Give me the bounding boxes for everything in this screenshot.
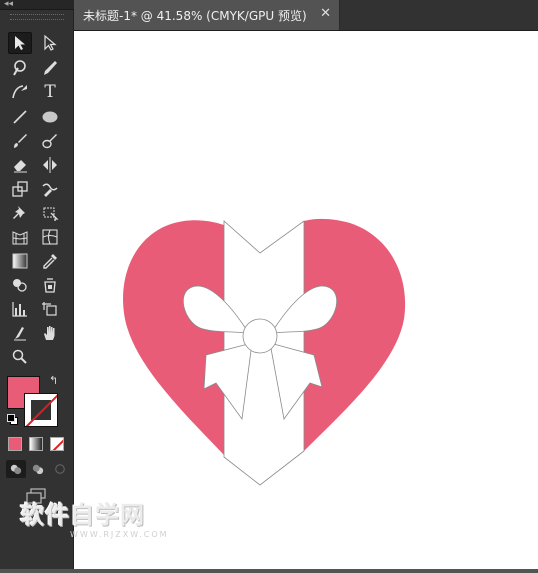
ellipse-tool[interactable] <box>38 106 62 128</box>
close-icon[interactable]: ✕ <box>320 7 331 21</box>
pen-tool[interactable] <box>38 57 62 79</box>
reflect-icon <box>43 157 57 173</box>
artboard-tool[interactable] <box>38 298 62 320</box>
mesh-icon <box>42 229 58 245</box>
warp-tool[interactable] <box>38 178 62 200</box>
eraser-tool[interactable] <box>8 154 32 176</box>
scale-tool[interactable] <box>8 178 32 200</box>
draw-normal-icon <box>10 464 22 475</box>
scale-icon <box>12 181 28 197</box>
direct-selection-tool[interactable] <box>38 32 62 54</box>
pin-icon <box>13 206 25 219</box>
heart-gift-artwork[interactable] <box>74 31 538 569</box>
shape-builder-icon <box>13 279 27 292</box>
none-slash-icon <box>25 394 57 426</box>
tools-panel-header: ◂◂ <box>0 0 74 10</box>
column-graph-tool[interactable] <box>8 298 32 320</box>
column-graph-icon <box>12 302 27 317</box>
draw-normal-button[interactable] <box>6 460 26 478</box>
eyedropper-tool[interactable] <box>38 250 62 272</box>
ellipse-icon <box>42 111 58 123</box>
mesh-tool[interactable] <box>38 226 62 248</box>
draw-behind-icon <box>32 464 44 475</box>
watermark-url: WWW.RJZXW.COM <box>70 530 169 539</box>
collapse-icon[interactable]: ◂◂ <box>4 0 13 10</box>
paintbrush-icon <box>14 134 27 148</box>
document-tab-bar: 未标题-1* @ 41.58% (CMYK/GPU 预览) ✕ <box>74 0 538 31</box>
color-mode-button[interactable] <box>8 437 22 451</box>
watermark: 软件自学网 WWW.RJZXW.COM <box>20 495 169 539</box>
line-icon <box>13 110 27 124</box>
watermark-title: 软件自学网 <box>20 501 145 529</box>
swap-fill-stroke-icon[interactable]: ↰ <box>49 374 58 387</box>
curvature-tool[interactable] <box>8 81 32 103</box>
stroke-swatch[interactable] <box>24 393 58 427</box>
none-mode-button[interactable] <box>50 437 64 451</box>
hand-icon <box>44 326 55 340</box>
tools-panel: ◂◂ T ↰ <box>0 0 74 569</box>
eraser-icon <box>14 160 27 173</box>
type-tool[interactable]: T <box>38 81 62 103</box>
pen-icon <box>44 61 57 75</box>
bow-knot[interactable] <box>242 318 278 354</box>
free-transform-icon <box>43 207 59 221</box>
slice-icon <box>14 327 26 341</box>
artboard-icon <box>42 302 57 316</box>
perspective-grid-tool[interactable] <box>8 226 32 248</box>
selection-tool[interactable] <box>8 32 32 54</box>
blob-brush-tool[interactable] <box>38 130 62 152</box>
shape-builder-tool[interactable] <box>8 274 32 296</box>
blob-brush-icon <box>42 134 57 149</box>
reflect-tool[interactable] <box>38 154 62 176</box>
artboard-canvas[interactable] <box>74 31 538 569</box>
default-fill-chip <box>7 414 15 422</box>
none-slash-icon <box>52 439 63 450</box>
document-tab-title: 未标题-1* @ 41.58% (CMYK/GPU 预览) <box>83 8 307 23</box>
selection-arrow-icon <box>15 36 25 50</box>
hand-tool[interactable] <box>38 322 62 344</box>
live-paint-icon <box>44 278 56 293</box>
eyedropper-icon <box>43 254 57 269</box>
direct-selection-arrow-icon <box>44 34 57 51</box>
draw-behind-button[interactable] <box>28 460 48 478</box>
default-colors-icon[interactable] <box>7 414 18 425</box>
gradient-tool[interactable] <box>8 250 32 272</box>
curvature-icon <box>12 85 27 99</box>
draw-inside-button[interactable] <box>50 460 70 478</box>
panel-grip[interactable] <box>10 14 64 20</box>
line-segment-tool[interactable] <box>8 106 32 128</box>
gradient-mode-button[interactable] <box>29 437 43 451</box>
document-tab[interactable]: 未标题-1* @ 41.58% (CMYK/GPU 预览) ✕ <box>74 0 340 30</box>
warp-icon <box>42 183 58 197</box>
puppet-warp-tool[interactable] <box>8 202 32 224</box>
magic-wand-icon <box>13 60 26 76</box>
live-paint-tool[interactable] <box>38 274 62 296</box>
draw-inside-icon <box>55 464 65 474</box>
perspective-grid-icon <box>12 231 28 245</box>
zoom-tool[interactable] <box>8 346 32 368</box>
gradient-icon <box>12 253 28 269</box>
paintbrush-tool[interactable] <box>8 130 32 152</box>
free-transform-tool[interactable] <box>38 202 62 224</box>
zoom-icon <box>12 349 27 364</box>
slice-tool[interactable] <box>8 322 32 344</box>
type-icon: T <box>44 82 56 102</box>
magic-wand-tool[interactable] <box>8 57 32 79</box>
